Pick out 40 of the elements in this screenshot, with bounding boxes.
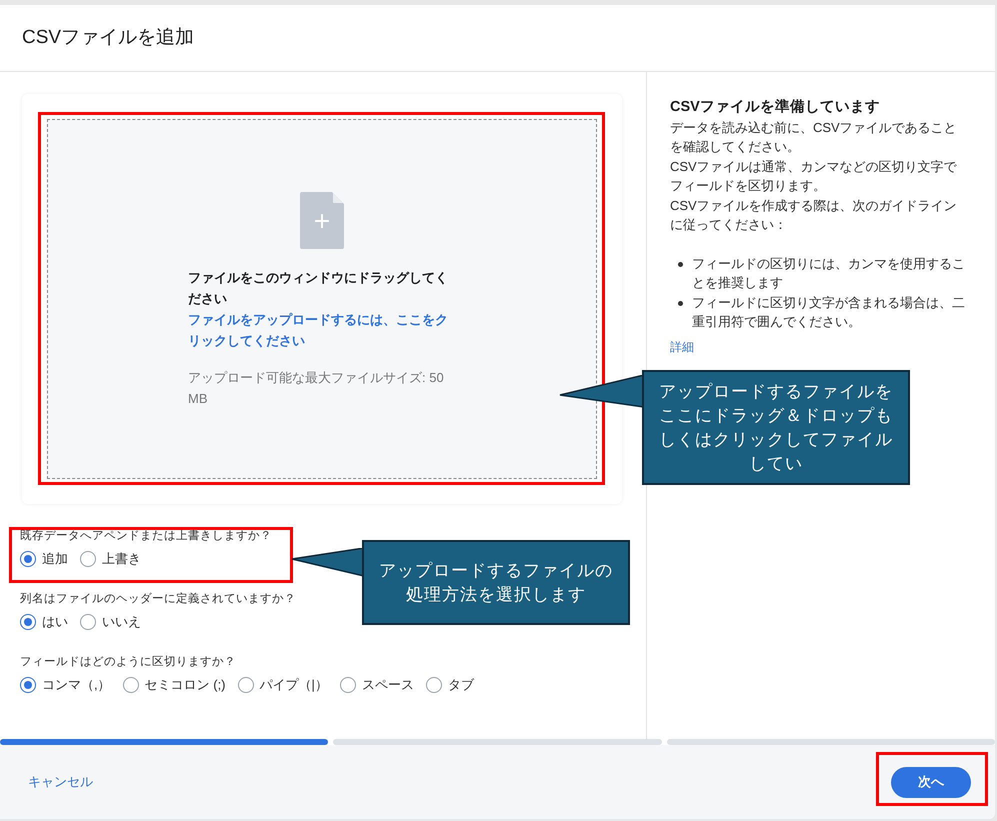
callout: アップロードするファイルの処理方法を選択します [362,540,630,625]
bullet-icon [678,300,683,306]
drop-instruction: ファイルをこのウィンドウにドラッグしてください [188,269,449,308]
bullet-icon [678,262,683,266]
radio-option[interactable]: セミコロン (;) [122,674,226,694]
help-paragraph: データを読み込む前に、CSVファイルであることを確認してください。 [670,118,958,156]
radio-button[interactable] [122,676,139,692]
radio-option[interactable]: スペース [340,674,414,694]
radio-button[interactable] [20,676,36,692]
radio-button[interactable] [238,676,254,692]
help-paragraph: CSVファイルは通常、カンマなどの区切り文字でフィールドを区切ります。 [670,158,958,195]
size-limit-text: アップロード可能な最大ファイルサイズ: 50 MB [188,369,445,408]
radio-button[interactable] [426,676,442,692]
radio-button[interactable] [340,676,356,692]
upload-link[interactable]: ファイルをアップロードするには、ここをクリックしてください [188,309,456,351]
question-label: 既存データへアペンドまたは上書きしますか？ [20,529,272,544]
radio-button[interactable] [20,551,36,567]
radio-option[interactable]: はい [20,612,68,632]
radio-option[interactable]: パイプ（|） [238,674,328,694]
help-bullet: フィールドの区切りには、カンマを使用することを推奨します [692,256,965,290]
file-plus-icon [300,192,344,249]
callout: アップロードするファイルをここにドラッグ＆ドロップもしくはクリックしてファイルしてい [642,370,910,485]
dialog-title: CSVファイルを追加 [22,26,194,50]
radio-button[interactable] [80,551,96,567]
question-label: 列名はファイルのヘッダーに定義されていますか？ [20,592,296,607]
help-paragraph: CSVファイルを作成する際は、次のガイドラインに従ってください： [670,196,958,234]
radio-option[interactable]: いいえ [80,612,141,632]
cancel-link[interactable]: キャンセル [28,772,93,792]
radio-button[interactable] [80,614,96,630]
radio-button[interactable] [20,614,36,630]
radio-option[interactable]: コンマ（,） [20,674,111,694]
radio-option[interactable]: 追加 [20,549,68,569]
radio-option[interactable]: 上書き [80,549,141,569]
radio-option[interactable]: タブ [426,674,474,694]
next-button[interactable]: 次へ [891,766,971,798]
help-title: CSVファイルを準備しています [670,98,881,117]
help-bullet: フィールドに区切り文字が含まれる場合は、二重引用符で囲んでください。 [692,294,965,329]
question-label: フィールドはどのように区切りますか？ [20,654,236,670]
details-link[interactable]: 詳細 [670,340,694,354]
drop-zone[interactable]: ファイルをこのウィンドウにドラッグしてください ファイルをアップロードするには、ここをクリックしてください アップロード可能な最大ファイルサイズ: 50 MB [47,119,597,479]
